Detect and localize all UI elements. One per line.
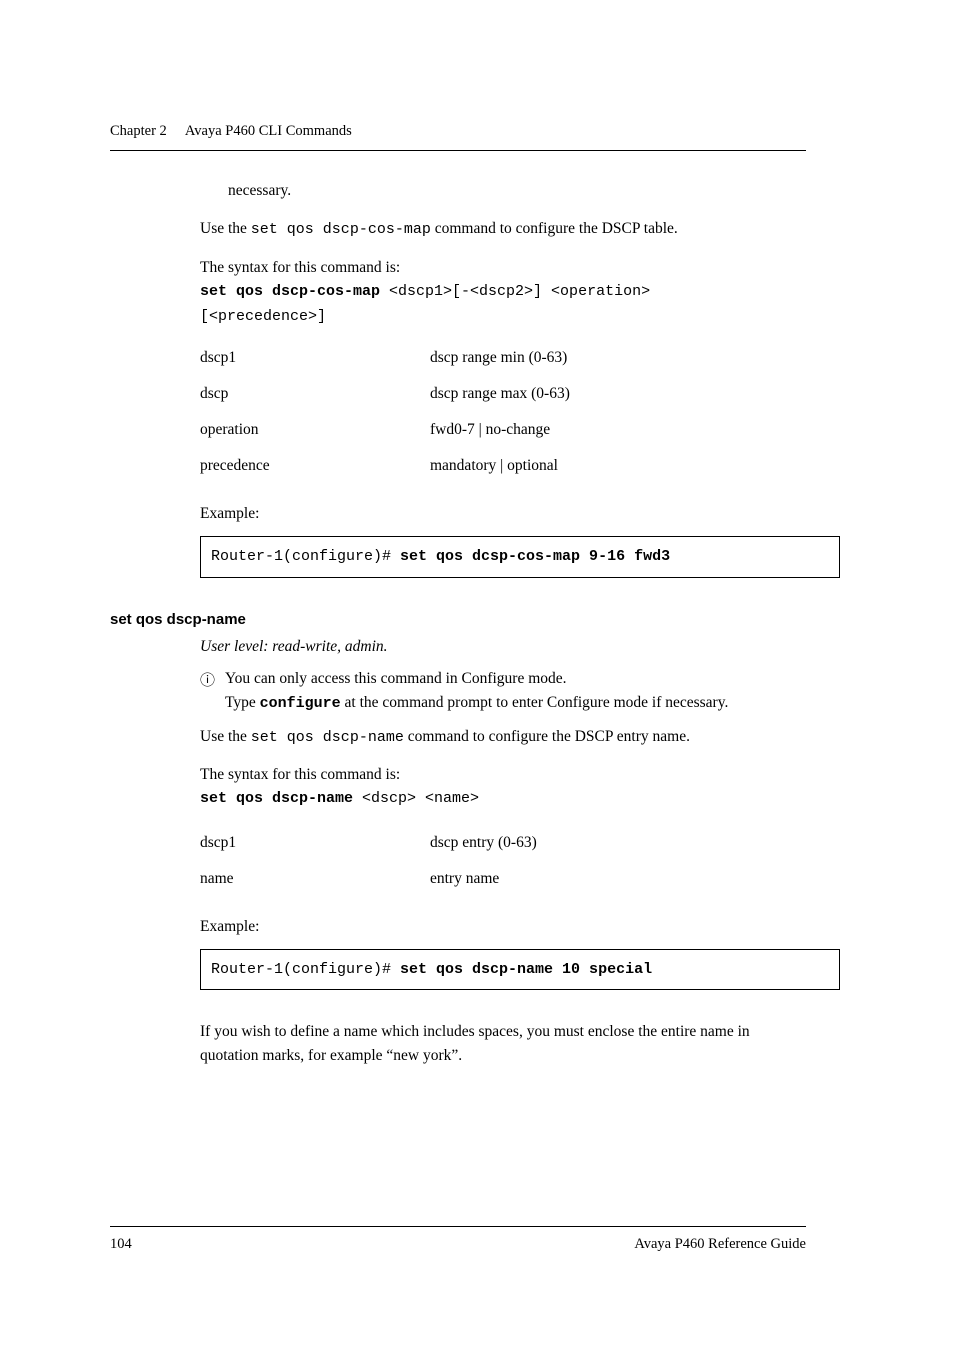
param-desc: mandatory | optional [430, 448, 570, 484]
table-row: dscp dscp range max (0-63) [200, 376, 570, 412]
param-name: dscp1 [200, 825, 430, 861]
param-name: dscp1 [200, 340, 430, 376]
doc-title: Avaya P460 Reference Guide [634, 1233, 806, 1255]
syntax-line1: set qos dscp-cos-map <dscp1>[-<dscp2>] <… [200, 280, 806, 303]
param-desc: dscp range max (0-63) [430, 376, 570, 412]
info-icon: ⓘ [200, 669, 215, 692]
example-bold-1: set qos dcsp-cos-map 9-16 fwd3 [400, 548, 670, 565]
section-heading-2: set qos dscp-name [110, 608, 806, 631]
info-text: You can only access this command in Conf… [225, 667, 806, 715]
intro-2a: Use the [200, 728, 251, 745]
footer-rule [110, 1226, 806, 1227]
page-number: 104 [110, 1233, 132, 1255]
param-name: operation [200, 412, 430, 448]
param-table-2: dscp1 dscp entry (0-63) name entry name [200, 825, 537, 897]
table-row: dscp1 dscp range min (0-63) [200, 340, 570, 376]
param-desc: entry name [430, 861, 537, 897]
info-note: ⓘ You can only access this command in Co… [200, 667, 806, 715]
note-line2b: at the command prompt to enter Configure… [341, 694, 729, 711]
intro-cmd-1: set qos dscp-cos-map [251, 221, 431, 238]
note-line1: You can only access this command in Conf… [225, 670, 567, 687]
intro-para-1: Use the set qos dscp-cos-map command to … [200, 217, 806, 241]
intro-cmd-2: set qos dscp-name [251, 729, 404, 746]
table-row: name entry name [200, 861, 537, 897]
header-rule [110, 150, 806, 151]
running-head: Chapter 2 Avaya P460 CLI Commands [110, 120, 806, 142]
example-plain-2: Router-1(configure)# [211, 961, 400, 978]
note-line2-cmd: configure [260, 695, 341, 712]
intro-2b: command to configure the DSCP entry name… [404, 728, 690, 745]
chapter-label: Chapter 2 [110, 123, 167, 139]
table-row: dscp1 dscp entry (0-63) [200, 825, 537, 861]
param-name: precedence [200, 448, 430, 484]
example-box-2: Router-1(configure)# set qos dscp-name 1… [200, 949, 840, 990]
note-tail: necessary. [228, 179, 806, 203]
syntax-bold-1: set qos dscp-cos-map [200, 283, 380, 300]
syntax-rest-1: <dscp1>[-<dscp2>] <operation> [380, 283, 650, 300]
intro-1b: command to configure the DSCP table. [431, 220, 678, 237]
syntax-lead-2: The syntax for this command is: [200, 763, 806, 787]
table-row: precedence mandatory | optional [200, 448, 570, 484]
note-line2a: Type [225, 694, 260, 711]
example-bold-2: set qos dscp-name 10 special [400, 961, 652, 978]
intro-1a: Use the [200, 220, 251, 237]
syntax-lead-1: The syntax for this command is: [200, 256, 806, 280]
param-name: dscp [200, 376, 430, 412]
table-row: operation fwd0-7 | no-change [200, 412, 570, 448]
example-label-2: Example: [200, 915, 806, 939]
example-label-1: Example: [200, 502, 806, 526]
param-table-1: dscp1 dscp range min (0-63) dscp dscp ra… [200, 340, 570, 484]
example-plain-1: Router-1(configure)# [211, 548, 400, 565]
syntax-line-2: set qos dscp-name <dscp> <name> [200, 787, 806, 810]
chapter-title: Avaya P460 CLI Commands [185, 123, 352, 139]
page-footer: 104 Avaya P460 Reference Guide [110, 1226, 806, 1255]
example-box-1: Router-1(configure)# set qos dcsp-cos-ma… [200, 536, 840, 577]
param-desc: fwd0-7 | no-change [430, 412, 570, 448]
user-level: User level: read-write, admin. [200, 635, 806, 659]
param-name: name [200, 861, 430, 897]
param-desc: dscp entry (0-63) [430, 825, 537, 861]
syntax-line2: [<precedence>] [200, 305, 806, 328]
syntax-bold-2: set qos dscp-name [200, 790, 353, 807]
syntax-rest-2: <dscp> <name> [353, 790, 479, 807]
param-desc: dscp range min (0-63) [430, 340, 570, 376]
intro-para-2: Use the set qos dscp-name command to con… [200, 725, 806, 749]
tail-para: If you wish to define a name which inclu… [200, 1020, 806, 1068]
